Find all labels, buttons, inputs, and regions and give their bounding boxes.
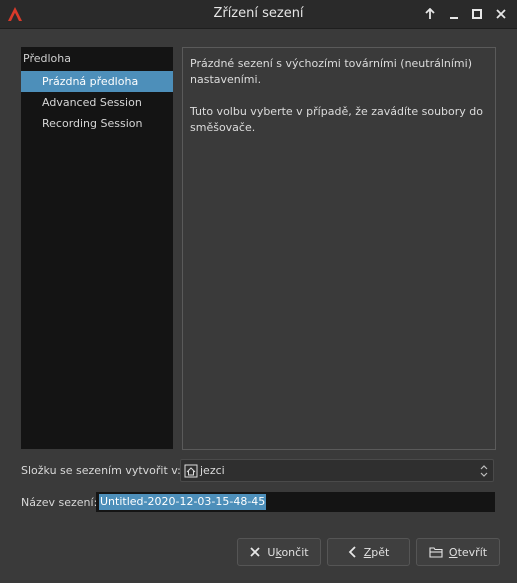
folder-label: Složku se sezením vytvořit v: xyxy=(21,464,181,477)
close-icon xyxy=(496,9,506,19)
template-item-recording[interactable]: Recording Session xyxy=(21,113,173,134)
session-name-value: Untitled-2020-12-03-15-48-45 xyxy=(99,494,267,510)
maximize-button[interactable] xyxy=(467,4,487,24)
template-list: Prázdná předloha Advanced Session Record… xyxy=(21,71,173,134)
template-item-empty[interactable]: Prázdná předloha xyxy=(21,71,173,92)
back-label: Zpět xyxy=(363,545,390,559)
maximize-icon xyxy=(472,9,482,19)
home-folder-icon xyxy=(184,464,198,478)
minimize-icon xyxy=(450,17,458,19)
arrow-up-icon xyxy=(425,8,435,19)
open-folder-icon xyxy=(429,547,443,558)
chevron-left-icon xyxy=(348,546,356,558)
keep-above-button[interactable] xyxy=(420,4,440,24)
description-line-2: Tuto volbu vyberte v případě, že zavádít… xyxy=(190,105,484,134)
template-description-panel: Prázdné sezení s výchozími továrními (ne… xyxy=(182,47,496,450)
close-button[interactable] xyxy=(491,4,511,24)
folder-chooser[interactable]: jezci xyxy=(180,459,494,482)
quit-label: Ukončit xyxy=(267,545,309,559)
close-icon xyxy=(250,547,261,557)
folder-value: jezci xyxy=(200,464,225,477)
updown-arrows-icon xyxy=(479,464,489,478)
minimize-button[interactable] xyxy=(444,4,464,24)
template-item-advanced[interactable]: Advanced Session xyxy=(21,92,173,113)
title-bar: Zřízení sezení xyxy=(0,0,517,29)
session-name-input[interactable]: Untitled-2020-12-03-15-48-45 xyxy=(96,492,495,512)
back-button[interactable]: Zpět xyxy=(327,538,410,566)
open-button[interactable]: Otevřít xyxy=(416,538,500,566)
template-description: Prázdné sezení s výchozími továrními (ne… xyxy=(190,56,486,152)
description-line-1: Prázdné sezení s výchozími továrními (ne… xyxy=(190,57,472,86)
open-label: Otevřít xyxy=(448,545,488,559)
template-group-label: Předloha xyxy=(23,52,71,65)
template-list-panel: Předloha Prázdná předloha Advanced Sessi… xyxy=(21,47,173,449)
quit-button[interactable]: Ukončit xyxy=(237,538,321,566)
session-name-label: Název sezení: xyxy=(21,496,98,509)
